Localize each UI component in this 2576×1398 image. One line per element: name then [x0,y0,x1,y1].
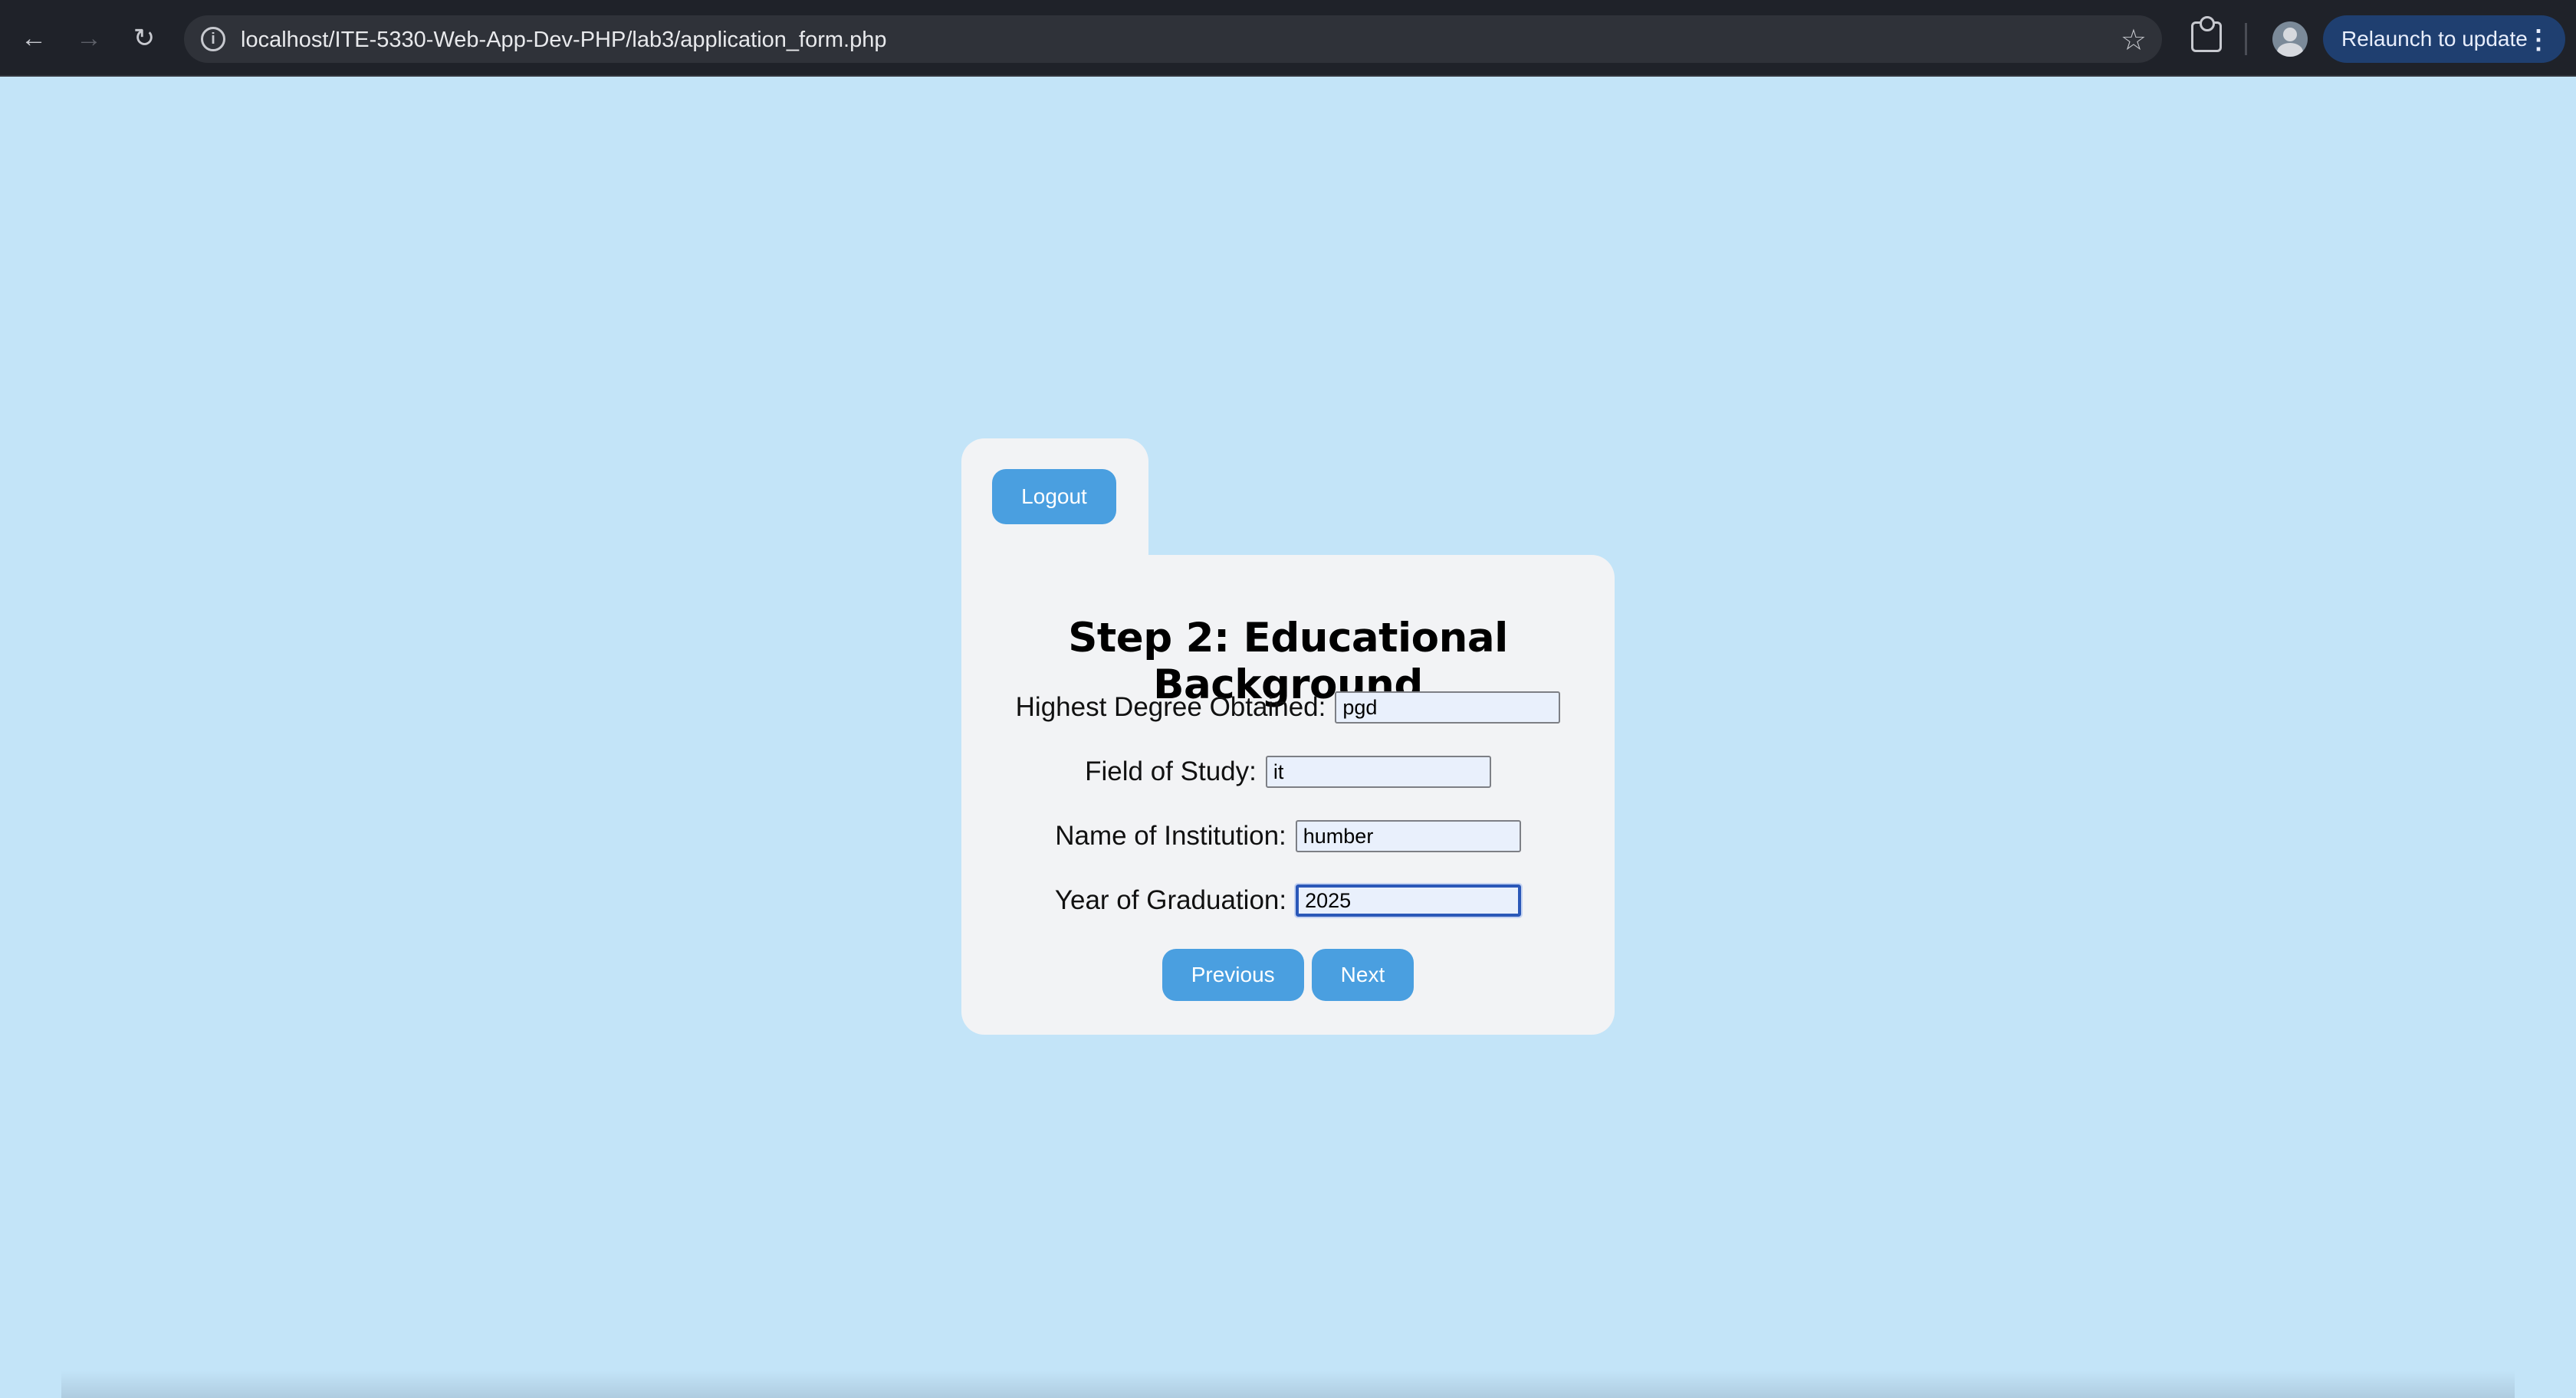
form-actions: Previous Next [961,949,1615,1001]
form-row-field-of-study: Field of Study: [961,753,1615,791]
reload-icon[interactable]: ↻ [126,20,163,57]
degree-input[interactable] [1335,691,1561,724]
relaunch-button[interactable]: Relaunch to update ⋮ [2323,15,2565,63]
kebab-menu-icon[interactable]: ⋮ [2525,25,2551,55]
application-form-card: Step 2: Educational Background Highest D… [961,555,1615,1035]
form-row-institution: Name of Institution: [961,817,1615,855]
avatar[interactable] [2272,21,2308,57]
graduation-year-label: Year of Graduation: [1054,885,1287,915]
url-text[interactable]: localhost/ITE-5330-Web-App-Dev-PHP/lab3/… [241,28,887,53]
degree-label: Highest Degree Obtained: [1015,692,1326,722]
form-row-degree: Highest Degree Obtained: [961,688,1615,727]
form-row-graduation-year: Year of Graduation: [961,881,1615,920]
institution-label: Name of Institution: [1055,821,1286,851]
address-bar[interactable]: i localhost/ITE-5330-Web-App-Dev-PHP/lab… [184,15,2162,63]
forward-arrow-icon[interactable]: → [71,20,107,57]
field-of-study-label: Field of Study: [1085,756,1257,786]
info-icon[interactable]: i [201,27,225,51]
extensions-icon[interactable] [2191,16,2222,52]
toolbar-divider [2245,23,2247,55]
window-bottom-shadow [61,1370,2515,1398]
next-button[interactable]: Next [1311,949,1414,1001]
logout-container: Logout [961,438,1148,556]
institution-input[interactable] [1295,820,1521,852]
logout-button[interactable]: Logout [992,469,1116,524]
graduation-year-input[interactable] [1294,883,1523,918]
back-arrow-icon[interactable]: ← [15,20,52,57]
browser-toolbar: ← → ↻ i localhost/ITE-5330-Web-App-Dev-P… [0,0,2576,77]
star-icon[interactable]: ☆ [2121,23,2147,57]
field-of-study-input[interactable] [1265,756,1491,788]
relaunch-label: Relaunch to update [2341,27,2528,51]
previous-button[interactable]: Previous [1162,949,1304,1001]
